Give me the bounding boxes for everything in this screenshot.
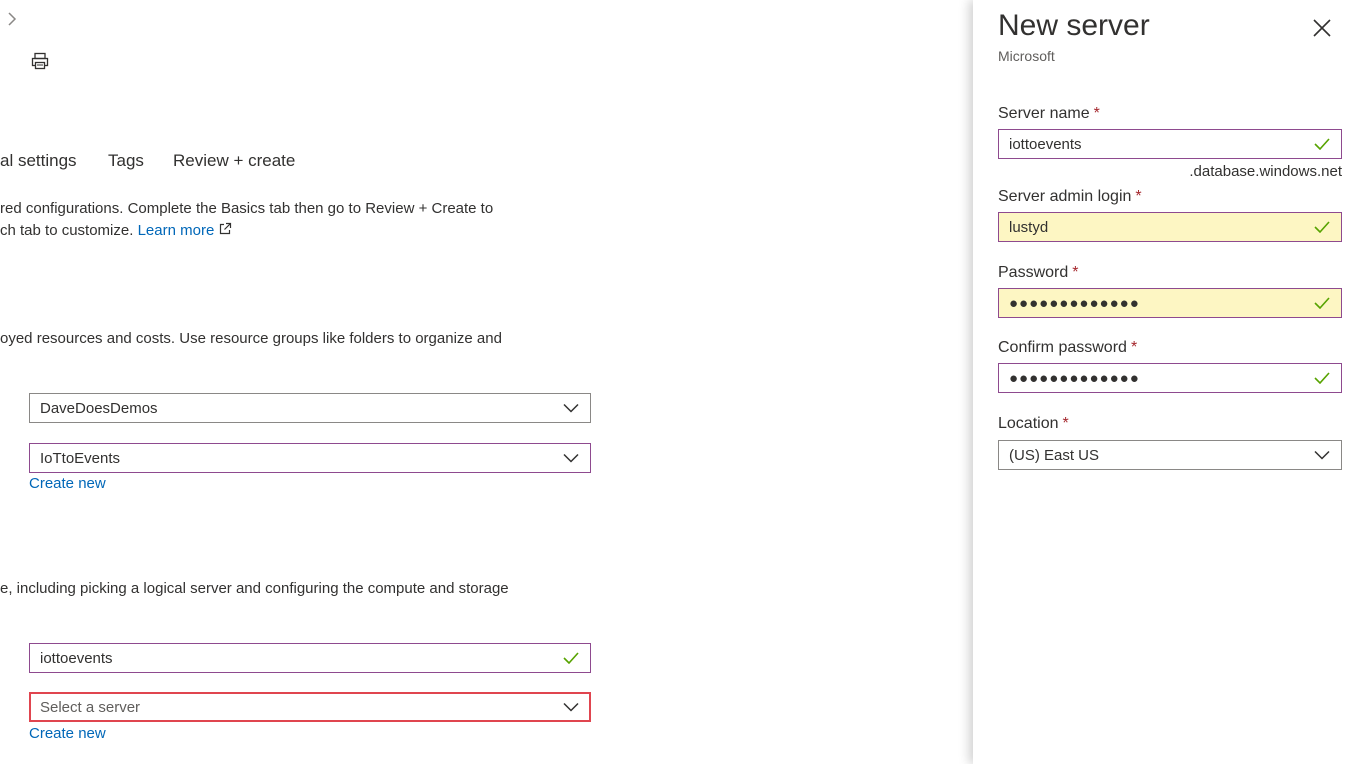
- database-name-value: iottoevents: [40, 649, 113, 667]
- subscription-dropdown[interactable]: DaveDoesDemos: [29, 393, 591, 423]
- resource-group-dropdown[interactable]: IoTtoEvents: [29, 443, 591, 473]
- required-mark: *: [1093, 105, 1100, 122]
- check-icon: [1313, 369, 1331, 387]
- server-name-label: Server name *: [998, 105, 1100, 123]
- chevron-down-icon: [562, 698, 580, 716]
- panel-title: New server: [998, 9, 1150, 42]
- required-mark: *: [1135, 188, 1142, 205]
- close-icon[interactable]: [1311, 17, 1333, 39]
- required-mark: *: [1062, 415, 1069, 432]
- admin-login-label-text: Server admin login: [998, 188, 1132, 205]
- tab-additional-settings[interactable]: al settings: [0, 151, 77, 171]
- breadcrumb-chevron-icon: [6, 11, 18, 31]
- server-name-suffix: .database.windows.net: [1189, 163, 1342, 180]
- intro-text-line2: ch tab to customize. Learn more: [0, 222, 232, 239]
- resource-group-value: IoTtoEvents: [40, 449, 121, 467]
- admin-login-value: lustyd: [1009, 218, 1049, 236]
- project-description: oyed resources and costs. Use resource g…: [0, 330, 502, 347]
- server-select-placeholder: Select a server: [40, 698, 141, 716]
- location-label: Location *: [998, 415, 1069, 433]
- server-name-value: iottoevents: [1009, 135, 1082, 153]
- password-value: ●●●●●●●●●●●●●: [1009, 294, 1140, 312]
- check-icon: [1313, 294, 1331, 312]
- server-name-label-text: Server name: [998, 105, 1090, 122]
- create-new-server-link[interactable]: Create new: [29, 725, 106, 742]
- server-select-dropdown[interactable]: Select a server: [29, 692, 591, 722]
- intro-text-line1: red configurations. Complete the Basics …: [0, 200, 494, 217]
- confirm-password-label: Confirm password *: [998, 339, 1137, 357]
- confirm-password-input[interactable]: ●●●●●●●●●●●●●: [998, 363, 1342, 393]
- chevron-down-icon: [562, 449, 580, 467]
- admin-login-label: Server admin login *: [998, 188, 1142, 206]
- subscription-value: DaveDoesDemos: [40, 399, 158, 417]
- admin-login-input[interactable]: lustyd: [998, 212, 1342, 242]
- database-description: e, including picking a logical server an…: [0, 580, 509, 597]
- password-label-text: Password: [998, 264, 1069, 281]
- check-icon: [562, 649, 580, 667]
- check-icon: [1313, 135, 1331, 153]
- confirm-password-label-text: Confirm password: [998, 339, 1127, 356]
- server-name-input[interactable]: iottoevents: [998, 129, 1342, 159]
- location-dropdown[interactable]: (US) East US: [998, 440, 1342, 470]
- required-mark: *: [1130, 339, 1138, 356]
- tab-tags[interactable]: Tags: [108, 151, 144, 171]
- location-value: (US) East US: [1009, 446, 1100, 464]
- tab-review-create[interactable]: Review + create: [173, 151, 295, 171]
- location-label-text: Location: [998, 415, 1059, 432]
- chevron-down-icon: [562, 399, 580, 417]
- learn-more-link[interactable]: Learn more: [138, 222, 215, 239]
- print-icon[interactable]: [30, 51, 50, 75]
- required-mark: *: [1072, 264, 1079, 281]
- password-input[interactable]: ●●●●●●●●●●●●●: [998, 288, 1342, 318]
- chevron-down-icon: [1313, 446, 1331, 464]
- panel-subtitle: Microsoft: [998, 48, 1055, 64]
- check-icon: [1313, 218, 1331, 236]
- password-label: Password *: [998, 264, 1078, 282]
- create-new-resource-group-link[interactable]: Create new: [29, 475, 106, 492]
- new-server-panel: New server Microsoft Server name * iottoe…: [973, 0, 1361, 764]
- intro-text-line2-label: ch tab to customize.: [0, 222, 134, 239]
- confirm-password-value: ●●●●●●●●●●●●●: [1009, 369, 1140, 387]
- database-name-input[interactable]: iottoevents: [29, 643, 591, 673]
- external-link-icon: [218, 222, 232, 239]
